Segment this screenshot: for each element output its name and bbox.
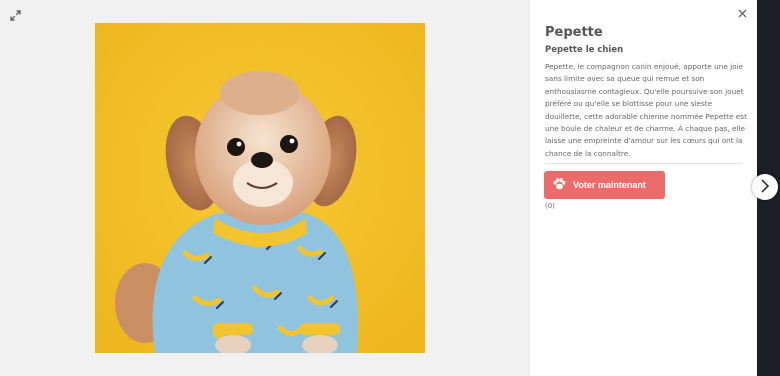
- close-icon[interactable]: [735, 6, 749, 20]
- image-stage: [0, 0, 530, 376]
- item-description: Pepette, le compagnon canin enjoué, appo…: [545, 62, 747, 158]
- item-title: Pepette: [545, 25, 603, 40]
- expand-icon[interactable]: [7, 7, 23, 23]
- next-button[interactable]: [752, 174, 778, 200]
- vote-count: (0): [545, 202, 555, 210]
- divider: [545, 163, 742, 164]
- vote-button-label: Voter maintenant: [573, 180, 646, 190]
- paw-icon: [553, 177, 566, 193]
- chevron-right-icon: [760, 178, 770, 197]
- vote-button[interactable]: Voter maintenant: [544, 171, 665, 199]
- item-subtitle: Pepette le chien: [545, 45, 624, 55]
- dog-photo: [95, 23, 425, 353]
- details-panel: Pepette Pepette le chien Pepette, le com…: [530, 0, 757, 376]
